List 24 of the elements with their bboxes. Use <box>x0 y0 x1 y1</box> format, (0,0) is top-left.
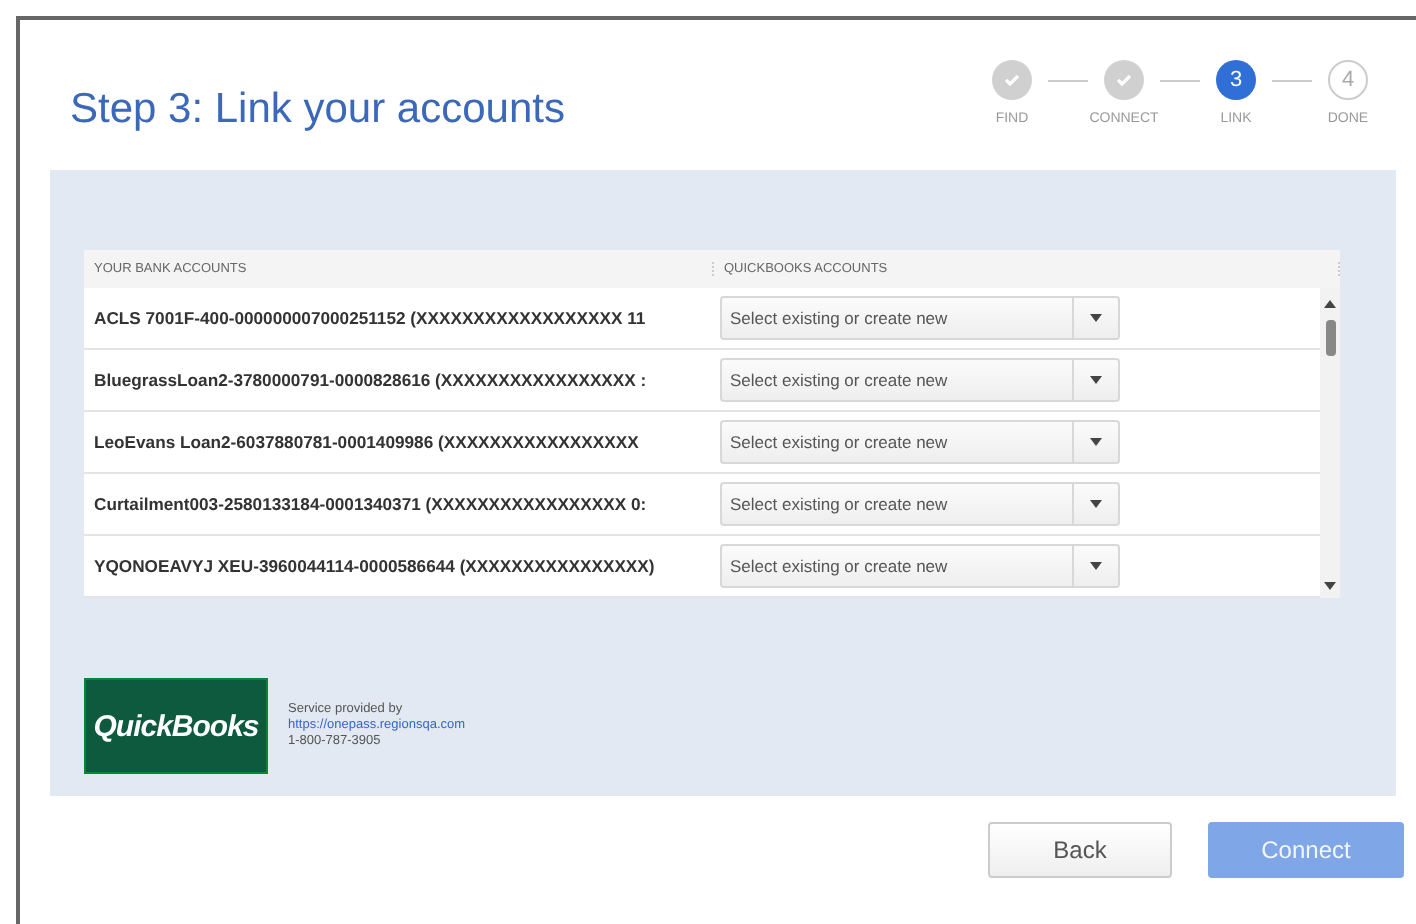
caret-icon[interactable] <box>1090 500 1102 508</box>
scrollbar[interactable] <box>1320 288 1340 598</box>
scroll-thumb[interactable] <box>1325 320 1335 356</box>
scroll-down-icon[interactable] <box>1324 582 1336 590</box>
account-name: LeoEvans Loan2-6037880781-0001409986 (XXXXXXXXXXXXXXXXX <box>92 432 641 452</box>
step-number: 4 <box>1328 60 1368 100</box>
account-dropdown[interactable]: Select existing or create new <box>720 358 1120 402</box>
action-button[interactable]: Back <box>988 822 1172 878</box>
caret-icon[interactable] <box>1090 438 1102 446</box>
scroll-up-icon[interactable] <box>1324 300 1336 308</box>
account-name: ACLS 7001F-400-000000007000251152 (XXXXXXXXXXXXXXXXXX 11 <box>92 308 648 328</box>
account-name: Curtailment003-2580133184-0001340371 (XXXXXXXXXXXXXXXXX 0: <box>92 494 649 514</box>
caret-icon[interactable] <box>1090 314 1102 322</box>
account-name: YQONOEAVYJ XEU-3960044114-0000586644 (XXXXXXXXXXXXXXXX) <box>92 556 657 576</box>
account-name: BluegrassLoan2-3780000791-0000828616 (XXXXXXXXXXXXXXXXX : <box>92 370 649 390</box>
page-title: Step 3: Link your accounts <box>70 86 565 134</box>
caret-icon[interactable] <box>1090 562 1102 570</box>
account-dropdown[interactable]: Select existing or create new <box>720 296 1120 340</box>
caret-icon[interactable] <box>1090 376 1102 384</box>
account-dropdown[interactable]: Select existing or create new <box>720 544 1120 588</box>
step-number: 3 <box>1216 60 1256 100</box>
account-dropdown[interactable]: Select existing or create new <box>720 482 1120 526</box>
quickbooks-logo: QuickBooks <box>84 678 268 774</box>
account-dropdown[interactable]: Select existing or create new <box>720 420 1120 464</box>
